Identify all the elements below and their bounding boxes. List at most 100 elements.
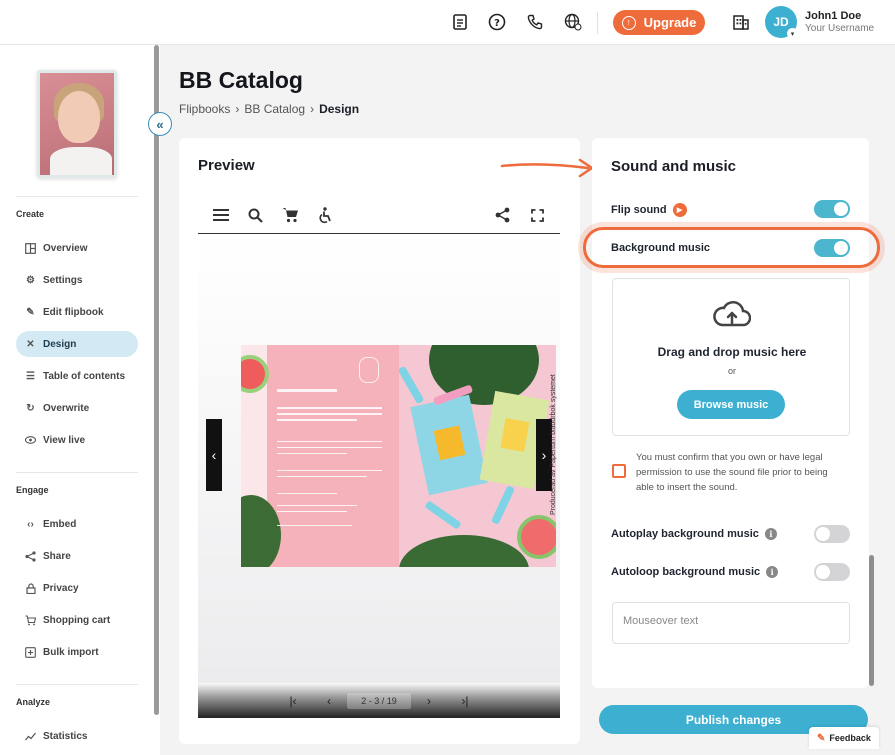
sidebar-item-label: Share xyxy=(43,550,71,562)
viewer-toolbar xyxy=(198,198,560,234)
sidebar-item-settings[interactable]: ⚙ Settings xyxy=(16,267,138,293)
menu-icon[interactable] xyxy=(212,206,230,224)
lock-icon xyxy=(25,582,36,594)
share-icon[interactable] xyxy=(493,206,511,224)
flipbook-spread[interactable] xyxy=(241,345,556,567)
breadcrumb: Flipbooks › BB Catalog › Design xyxy=(179,102,359,116)
sidebar-item-statistics[interactable]: Statistics xyxy=(16,723,138,749)
previous-page-button[interactable]: ‹ xyxy=(206,419,222,491)
sidebar-item-embed[interactable]: ‹› Embed xyxy=(16,511,138,537)
flipbook-page-left[interactable] xyxy=(241,345,399,567)
accessibility-icon[interactable] xyxy=(316,206,334,224)
sidebar-item-view-live[interactable]: View live xyxy=(16,427,138,453)
help-icon[interactable]: ? xyxy=(487,12,507,32)
autoplay-toggle[interactable] xyxy=(814,525,850,543)
building-icon[interactable] xyxy=(731,12,751,32)
autoloop-toggle[interactable] xyxy=(814,563,850,581)
breadcrumb-item[interactable]: BB Catalog xyxy=(244,102,305,116)
pointer-arrow xyxy=(500,158,594,178)
chevron-right-icon: › xyxy=(235,102,240,116)
sidebar-divider xyxy=(16,472,138,473)
sidebar-item-design[interactable]: ✕ Design xyxy=(16,331,138,357)
sidebar-item-label: Settings xyxy=(43,274,83,286)
document-icon[interactable] xyxy=(450,12,470,32)
browse-music-button[interactable]: Browse music xyxy=(677,390,785,419)
dropzone-or: or xyxy=(727,366,736,376)
sidebar-item-privacy[interactable]: Privacy xyxy=(16,575,138,601)
upgrade-label: Upgrade xyxy=(643,15,697,30)
sidebar-item-edit-flipbook[interactable]: ✎ Edit flipbook xyxy=(16,299,138,325)
section-title: Sound and music xyxy=(611,158,737,175)
next-page-icon[interactable]: › xyxy=(411,694,447,708)
page-indicator[interactable]: 2 - 3 / 19 xyxy=(347,692,411,709)
last-page-icon[interactable]: ›| xyxy=(447,694,483,708)
feedback-button[interactable]: ✎ Feedback xyxy=(809,727,879,749)
chevron-down-icon[interactable]: ▾ xyxy=(787,28,798,39)
code-icon: ‹› xyxy=(27,518,34,530)
first-page-icon[interactable]: |‹ xyxy=(275,694,311,708)
design-icon: ✕ xyxy=(26,338,35,350)
share-icon xyxy=(25,550,36,562)
sidebar-divider xyxy=(16,196,138,197)
pencil-icon: ✎ xyxy=(26,306,35,318)
upgrade-button[interactable]: ↑ Upgrade xyxy=(613,10,705,35)
info-icon[interactable]: i xyxy=(764,528,777,540)
page-title: BB Catalog xyxy=(179,67,303,93)
flip-sound-row: Flip sound ▶ xyxy=(611,203,687,217)
flipbook-viewer[interactable]: ‹ › Producerad av Paperturn bläddrbok sy… xyxy=(198,235,560,683)
feedback-icon: ✎ xyxy=(817,732,826,744)
sidebar-section-engage: Engage xyxy=(16,485,49,495)
phone-icon[interactable] xyxy=(525,12,545,32)
page-navigation: |‹ ‹ 2 - 3 / 19 › ›| xyxy=(198,683,560,718)
sidebar-item-shopping-cart[interactable]: Shopping cart xyxy=(16,607,138,633)
autoloop-label: Autoloop background music xyxy=(611,566,761,578)
produced-by-text: Producerad av Paperturn bläddrbok system… xyxy=(550,374,557,515)
play-icon[interactable]: ▶ xyxy=(672,203,687,217)
breadcrumb-current: Design xyxy=(319,102,360,116)
sidebar-item-share[interactable]: Share xyxy=(16,543,138,569)
sidebar-item-overwrite[interactable]: ↻ Overwrite xyxy=(16,395,138,421)
autoplay-label: Autoplay background music xyxy=(611,528,759,540)
user-name[interactable]: John1 Doe xyxy=(805,10,861,22)
fullscreen-icon[interactable] xyxy=(528,206,546,224)
cart-icon xyxy=(25,614,36,626)
breadcrumb-item[interactable]: Flipbooks xyxy=(179,102,230,116)
eye-icon xyxy=(25,435,36,446)
sidebar-scrollbar[interactable] xyxy=(154,45,159,715)
sidebar-item-bulk-import[interactable]: Bulk import xyxy=(16,639,138,665)
confirm-checkbox[interactable] xyxy=(612,464,626,478)
sidebar-item-overview[interactable]: Overview xyxy=(16,235,138,261)
chevron-right-icon: › xyxy=(310,102,315,116)
sidebar-item-table-of-contents[interactable]: ☰ Table of contents xyxy=(16,363,138,389)
panel-scrollbar[interactable] xyxy=(869,555,874,686)
search-icon[interactable] xyxy=(246,206,264,224)
cloud-upload-icon xyxy=(713,301,751,327)
flip-sound-label: Flip sound xyxy=(611,204,667,216)
flipbook-page-right[interactable] xyxy=(399,345,556,567)
flipbook-thumbnail[interactable] xyxy=(37,70,117,178)
sidebar-item-label: Overview xyxy=(43,242,88,254)
flip-sound-toggle[interactable] xyxy=(814,200,850,218)
toolbar-separator xyxy=(597,12,598,34)
sidebar-item-label: Privacy xyxy=(43,582,79,594)
collapse-sidebar-button[interactable]: « xyxy=(148,112,172,136)
language-icon[interactable] xyxy=(563,12,583,32)
background-music-highlight xyxy=(583,227,880,268)
music-dropzone[interactable]: Drag and drop music here or Browse music xyxy=(612,278,850,436)
feedback-label: Feedback xyxy=(829,733,871,743)
sound-music-panel: Sound and music Flip sound ▶ Background … xyxy=(592,138,869,688)
info-icon[interactable]: i xyxy=(766,566,779,578)
sidebar-item-label: Bulk import xyxy=(43,646,99,658)
toc-icon: ☰ xyxy=(26,370,35,382)
cart-icon[interactable] xyxy=(281,206,299,224)
sidebar-section-analyze: Analyze xyxy=(16,697,51,707)
dropzone-title: Drag and drop music here xyxy=(657,345,807,359)
preview-panel: Preview ‹ › Producerad av Paperturn bläd… xyxy=(179,138,580,744)
mouseover-text-input[interactable]: Mouseover text xyxy=(612,602,850,644)
autoloop-row: Autoloop background music i xyxy=(611,566,779,578)
arrow-up-icon: ↑ xyxy=(621,15,636,30)
previous-page-icon[interactable]: ‹ xyxy=(311,694,347,708)
sidebar-item-label: Overwrite xyxy=(43,402,90,414)
autoplay-row: Autoplay background music i xyxy=(611,528,777,540)
top-bar: ? ↑ Upgrade JD ▾ John1 Doe Your Username xyxy=(0,0,895,45)
